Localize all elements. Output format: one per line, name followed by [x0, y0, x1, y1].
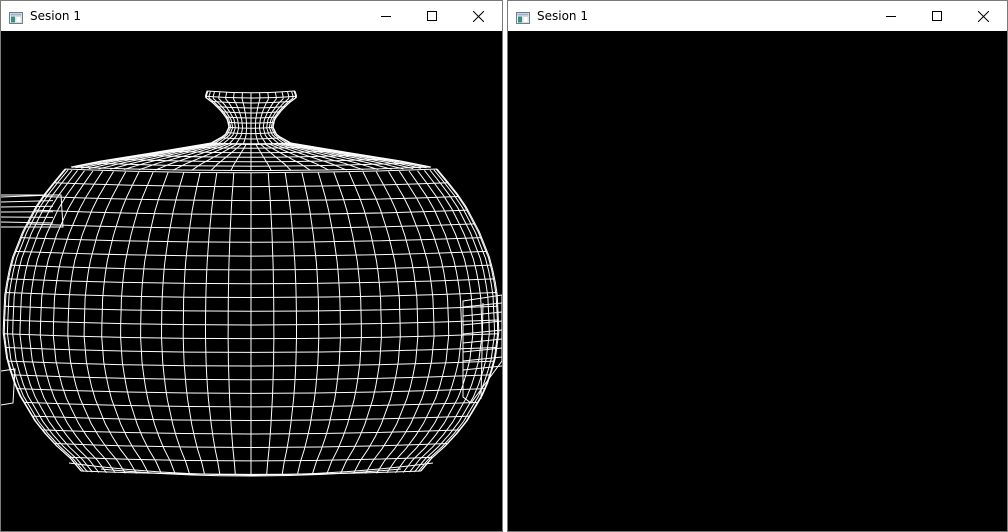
body-meridian — [160, 172, 191, 475]
minimize-icon — [381, 11, 391, 21]
minimize-icon — [886, 11, 896, 21]
body-meridian — [281, 172, 297, 475]
app-window-icon[interactable] — [9, 9, 23, 24]
title-bar[interactable]: Sesion 1 — [1, 1, 502, 31]
title-bar[interactable]: Sesion 1 — [508, 1, 1007, 31]
close-icon — [977, 10, 989, 22]
body-meridian — [266, 172, 275, 475]
lid-knob-meridian — [258, 92, 269, 145]
lid-knob-meridian — [233, 92, 244, 145]
body-meridian — [297, 172, 320, 475]
lid-knob-meridian — [254, 92, 261, 145]
close-icon — [472, 10, 484, 22]
lid-knob-meridian — [241, 92, 248, 145]
close-button[interactable] — [455, 1, 501, 31]
window-title: Sesion 1 — [537, 9, 588, 23]
window-title: Sesion 1 — [30, 9, 81, 23]
spout-line — [462, 356, 502, 362]
body-meridian — [227, 172, 236, 475]
teapot-wireframe — [1, 90, 502, 477]
session-window-left[interactable]: Sesion 1 — [0, 0, 503, 532]
maximize-button[interactable] — [914, 1, 960, 31]
app-window-icon[interactable] — [516, 9, 530, 24]
handle-lower — [1, 368, 16, 406]
body-meridian — [311, 172, 342, 475]
body-meridian — [140, 172, 176, 475]
body-meridian — [182, 172, 205, 475]
close-button[interactable] — [960, 1, 1006, 31]
body-meridian — [326, 172, 362, 475]
desktop: Sesion 1 Sesion 1 — [0, 0, 1008, 532]
minimize-button[interactable] — [868, 1, 914, 31]
render-viewport-empty[interactable] — [508, 31, 1007, 531]
minimize-button[interactable] — [363, 1, 409, 31]
body-meridian — [205, 172, 221, 475]
maximize-icon — [932, 11, 942, 21]
session-window-right[interactable]: Sesion 1 — [507, 0, 1008, 532]
handle-line — [1, 200, 54, 203]
render-viewport[interactable] — [1, 31, 502, 531]
maximize-button[interactable] — [409, 1, 455, 31]
maximize-icon — [427, 11, 437, 21]
